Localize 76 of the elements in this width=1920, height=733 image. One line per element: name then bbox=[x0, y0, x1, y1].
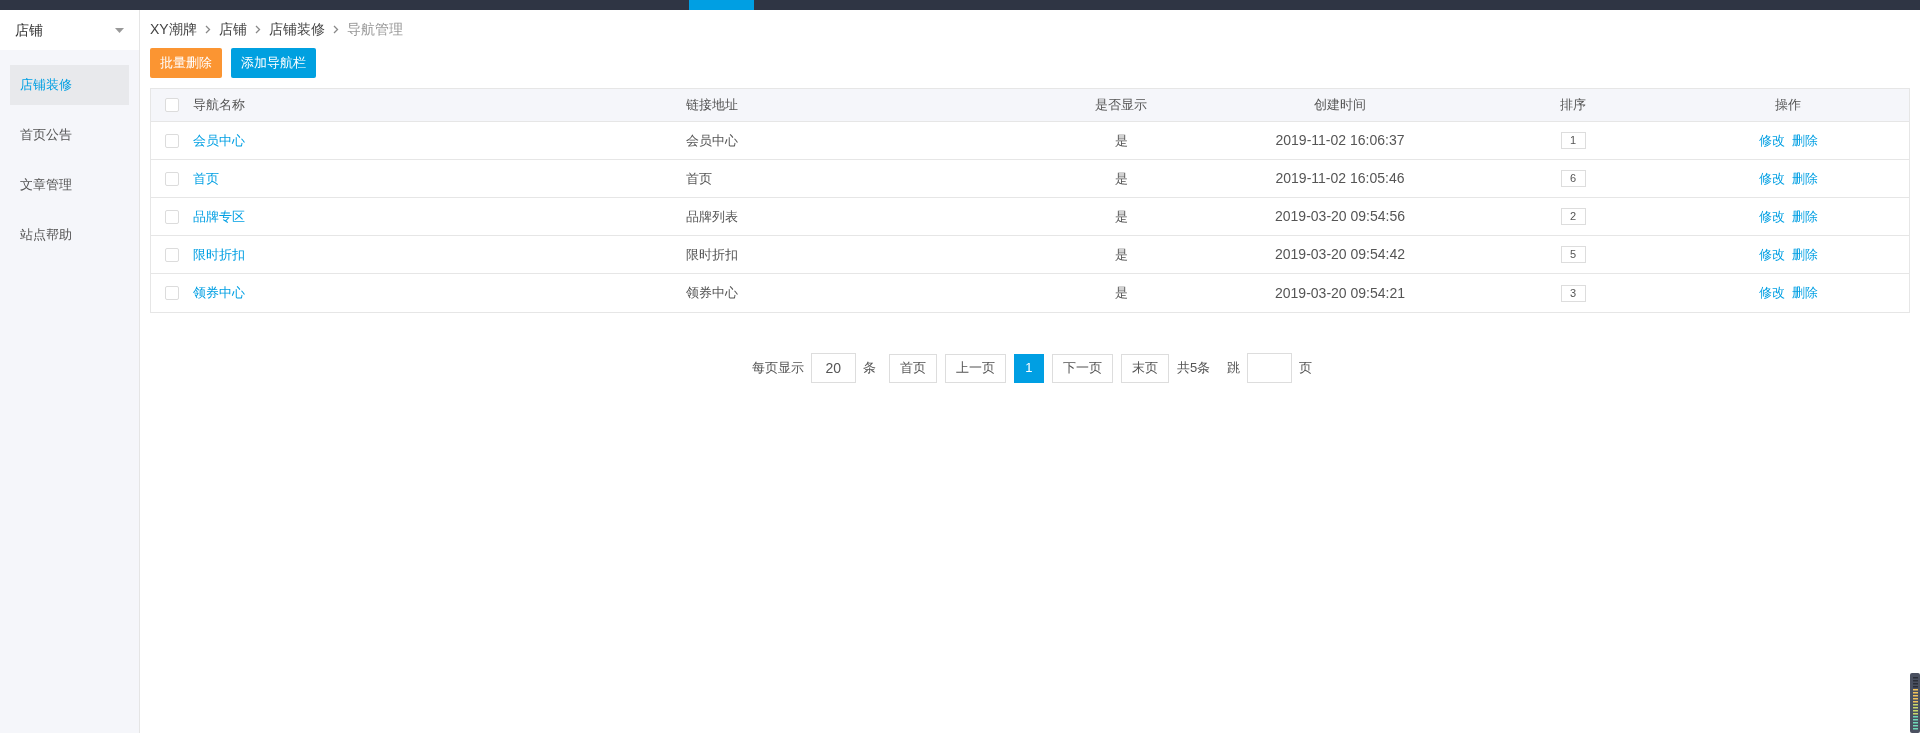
table-cell: 2019-03-20 09:54:21 bbox=[1275, 284, 1405, 301]
table-cell: 是 bbox=[1114, 246, 1128, 262]
column-header: 链接地址 bbox=[686, 97, 738, 113]
sidebar-item[interactable]: 店铺装修 bbox=[10, 65, 129, 105]
action-button[interactable]: 添加导航栏 bbox=[231, 48, 316, 78]
chevron-right-icon bbox=[204, 24, 211, 34]
action-link[interactable]: 删除 bbox=[1791, 244, 1818, 265]
table-cell: 是 bbox=[1114, 285, 1128, 301]
checkbox[interactable] bbox=[165, 286, 179, 300]
breadcrumb-item[interactable]: 店铺 bbox=[218, 18, 247, 40]
page-button[interactable]: 下一页 bbox=[1051, 353, 1113, 383]
table-cell: 是 bbox=[1114, 170, 1128, 186]
checkbox[interactable] bbox=[165, 171, 179, 186]
breadcrumb-item[interactable]: XY潮牌 bbox=[150, 18, 197, 40]
page-button[interactable]: 末页 bbox=[1120, 353, 1169, 383]
action-link[interactable]: 删除 bbox=[1791, 168, 1818, 189]
table-cell: 限时折扣 bbox=[686, 246, 738, 262]
table-cell: 会员中心 bbox=[686, 132, 738, 148]
checkbox[interactable] bbox=[165, 133, 179, 148]
table-cell: 2019-11-02 16:05:46 bbox=[1275, 170, 1405, 186]
column-header: 是否显示 bbox=[1095, 97, 1147, 113]
jump-unit: 页 bbox=[1299, 359, 1313, 378]
sidebar-item[interactable]: 站点帮助 bbox=[10, 215, 129, 255]
table-cell: 首页 bbox=[686, 170, 712, 186]
nav-name-link[interactable]: 会员中心 bbox=[193, 132, 245, 148]
nav-name-link[interactable]: 限时折扣 bbox=[193, 246, 245, 262]
table-cell: 领券中心 bbox=[686, 285, 738, 301]
chevron-right-icon bbox=[254, 24, 261, 34]
jump-label: 跳 bbox=[1227, 359, 1241, 378]
jump-page-field[interactable] bbox=[1247, 353, 1293, 383]
action-link[interactable]: 删除 bbox=[1791, 130, 1818, 151]
page-button[interactable]: 上一页 bbox=[944, 353, 1006, 383]
action-link[interactable]: 删除 bbox=[1791, 283, 1818, 303]
page-button[interactable]: 1 bbox=[1013, 353, 1044, 383]
sidebar-item[interactable]: 文章管理 bbox=[10, 165, 129, 205]
checkbox[interactable] bbox=[165, 247, 179, 262]
order-field[interactable]: 2 bbox=[1560, 208, 1586, 225]
per-page-field[interactable]: 20 bbox=[810, 353, 856, 383]
nav-name-link[interactable]: 领券中心 bbox=[193, 285, 245, 301]
action-button[interactable]: 批量删除 bbox=[150, 48, 222, 78]
action-link[interactable]: 删除 bbox=[1791, 206, 1818, 227]
column-header: 创建时间 bbox=[1314, 97, 1366, 113]
breadcrumb-item: 导航管理 bbox=[346, 19, 403, 39]
action-link[interactable]: 修改 bbox=[1758, 244, 1785, 265]
column-header: 操作 bbox=[1775, 97, 1801, 113]
breadcrumb-item[interactable]: 店铺装修 bbox=[268, 18, 325, 40]
per-page-label: 每页显示 bbox=[751, 359, 804, 378]
caret-icon bbox=[115, 27, 124, 33]
table-cell: 是 bbox=[1114, 132, 1128, 148]
table-cell: 2019-03-20 09:54:42 bbox=[1275, 246, 1405, 262]
order-field[interactable]: 3 bbox=[1560, 284, 1586, 302]
order-field[interactable]: 6 bbox=[1560, 170, 1586, 187]
checkbox[interactable] bbox=[165, 209, 179, 224]
action-link[interactable]: 修改 bbox=[1758, 283, 1785, 303]
table-cell: 品牌列表 bbox=[686, 208, 738, 224]
table-cell: 2019-03-20 09:54:56 bbox=[1275, 208, 1405, 224]
column-header: 排序 bbox=[1560, 97, 1586, 113]
page-button[interactable]: 首页 bbox=[888, 353, 937, 383]
sidebar-header[interactable]: 店铺 bbox=[0, 10, 139, 50]
order-field[interactable]: 5 bbox=[1560, 246, 1586, 263]
table-cell: 是 bbox=[1114, 208, 1128, 224]
level-meter-icon bbox=[1910, 673, 1920, 733]
order-field[interactable]: 1 bbox=[1560, 132, 1586, 149]
total-count: 共5条 bbox=[1176, 359, 1211, 378]
per-page-unit: 条 bbox=[862, 359, 876, 378]
nav-name-link[interactable]: 品牌专区 bbox=[193, 208, 245, 224]
checkbox[interactable] bbox=[165, 98, 179, 112]
table-cell: 2019-11-02 16:06:37 bbox=[1275, 132, 1405, 148]
nav-name-link[interactable]: 首页 bbox=[193, 170, 219, 186]
sidebar-item[interactable]: 首页公告 bbox=[10, 115, 129, 155]
chevron-right-icon bbox=[332, 24, 339, 34]
column-header: 导航名称 bbox=[193, 97, 245, 113]
action-link[interactable]: 修改 bbox=[1758, 168, 1785, 189]
action-link[interactable]: 修改 bbox=[1758, 206, 1785, 227]
nav-highlight bbox=[689, 0, 754, 10]
action-link[interactable]: 修改 bbox=[1758, 130, 1785, 151]
